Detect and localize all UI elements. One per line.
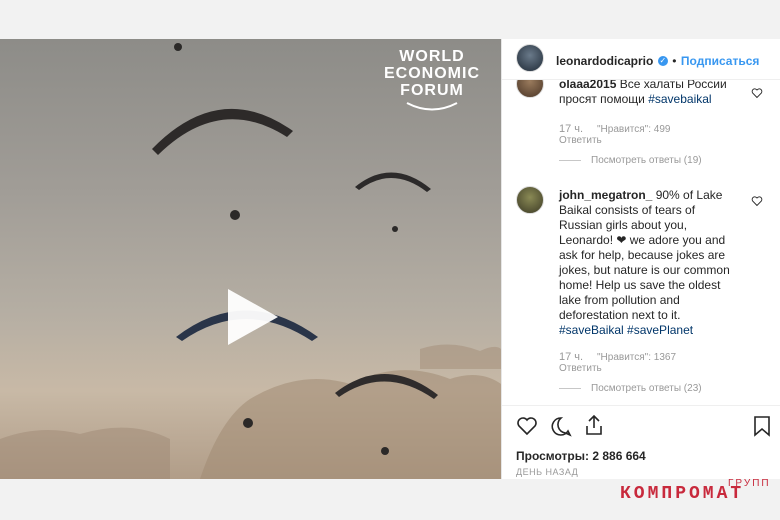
- view-replies[interactable]: Посмотреть ответы (19): [559, 155, 702, 166]
- watermark-main: КОМПРОМАТ: [620, 484, 745, 504]
- comment-body: 90% of Lake Baikal consists of tears of …: [559, 188, 730, 322]
- comment-text: john_megatron_ 90% of Lake Baikal consis…: [559, 188, 737, 338]
- comments-list[interactable]: olaaa2015 Все халаты России просят помощ…: [502, 80, 780, 405]
- heart-icon[interactable]: [751, 195, 763, 207]
- comment-meta: 17 ч. "Нравится": 1367 Ответить: [559, 351, 676, 374]
- avatar[interactable]: [516, 44, 544, 72]
- comment-icon[interactable]: [550, 416, 572, 437]
- comment-likes[interactable]: "Нравится": 499: [597, 124, 670, 135]
- verified-icon: ✓: [657, 55, 668, 66]
- comment-body: Все халаты России: [619, 80, 727, 91]
- reply-button[interactable]: Ответить: [559, 363, 602, 374]
- video-player[interactable]: WORLD ECONOMIC FORUM: [0, 39, 501, 479]
- follow-button[interactable]: Подписаться: [681, 54, 759, 68]
- comment-hashtags[interactable]: #saveBaikal #savePlanet: [559, 323, 693, 337]
- wef-logo-line: ECONOMIC: [384, 65, 480, 82]
- replies-divider: [559, 159, 581, 161]
- instagram-post: WORLD ECONOMIC FORUM leonardodicaprio ✓ …: [0, 39, 780, 479]
- post-header: leonardodicaprio ✓ • Подписаться: [502, 39, 780, 80]
- post-actions: Просмотры: 2 886 664 ДЕНЬ НАЗАД: [502, 405, 780, 480]
- header-line: leonardodicaprio ✓ • Подписаться: [556, 52, 759, 70]
- wef-logo-line: WORLD: [399, 48, 465, 65]
- wef-logo: WORLD ECONOMIC FORUM: [380, 48, 484, 116]
- comment-text: olaaa2015 Все халаты России просят помощ…: [559, 80, 759, 107]
- comment-username[interactable]: olaaa2015: [559, 80, 616, 91]
- share-icon[interactable]: [584, 414, 604, 436]
- replies-divider: [559, 387, 581, 389]
- wef-logo-line: FORUM: [400, 82, 464, 99]
- comment-meta: 17 ч. "Нравится": 499 Ответить: [559, 123, 670, 146]
- comment-likes[interactable]: "Нравится": 1367: [597, 352, 676, 363]
- wef-arc-icon: [406, 102, 458, 111]
- comment-username[interactable]: john_megatron_: [559, 188, 652, 202]
- play-icon[interactable]: [222, 289, 282, 349]
- comment-time: 17 ч.: [559, 123, 584, 135]
- comment-time: 17 ч.: [559, 351, 584, 363]
- post-panel: leonardodicaprio ✓ • Подписаться olaaa20…: [501, 39, 780, 479]
- comment-hashtag[interactable]: #savebaikal: [648, 92, 711, 106]
- reply-button[interactable]: Ответить: [559, 135, 602, 146]
- views-count[interactable]: Просмотры: 2 886 664: [516, 449, 646, 463]
- view-replies-label: Посмотреть ответы (19): [591, 155, 702, 166]
- heart-icon[interactable]: [751, 87, 763, 99]
- comment-body-rest: просят помощи: [559, 92, 645, 106]
- avatar[interactable]: [516, 80, 544, 98]
- avatar[interactable]: [516, 186, 544, 214]
- post-username[interactable]: leonardodicaprio: [556, 54, 653, 68]
- heart-icon[interactable]: [516, 416, 538, 436]
- header-separator: •: [672, 54, 677, 68]
- post-time: ДЕНЬ НАЗАД: [516, 467, 579, 477]
- view-replies[interactable]: Посмотреть ответы (23): [559, 383, 702, 394]
- view-replies-label: Посмотреть ответы (23): [591, 383, 702, 394]
- watermark: ГРУПП КОМПРОМАТ: [620, 478, 780, 520]
- bookmark-icon[interactable]: [753, 415, 771, 437]
